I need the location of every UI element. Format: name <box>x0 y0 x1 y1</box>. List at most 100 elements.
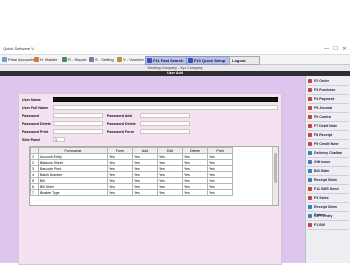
password-add-input[interactable] <box>140 113 190 118</box>
receipt-icon <box>308 133 312 137</box>
title-bar: Quick Software V — ☐ ✕ <box>0 45 350 55</box>
side-panel-input[interactable]: 1 <box>53 137 65 142</box>
maximize-button[interactable]: ☐ <box>331 45 340 53</box>
sidebar-item-journal[interactable]: F5 Journal <box>307 104 349 113</box>
voucher-icon <box>117 57 122 62</box>
sidebar-item-label: F8 Receipt <box>314 133 333 137</box>
cell-form[interactable]: Yes <box>107 189 133 196</box>
sidebar-item-label: F4 Payment <box>314 97 335 101</box>
contra-icon <box>308 115 312 119</box>
gift-icon <box>308 160 312 164</box>
password-delete-label: Password Delete <box>22 122 51 126</box>
sidebar-item-label: F5 Journal <box>314 106 333 110</box>
sidebar-item-label: F2 Order <box>314 79 329 83</box>
credit-note-icon <box>308 142 312 146</box>
menu-label: R - Report <box>68 57 87 62</box>
gift-icon <box>308 214 312 218</box>
row-index: 7 <box>30 189 39 196</box>
sidebar-item-label: F11 SMS Send <box>314 187 339 191</box>
sidebar-item-debit-note[interactable]: F7 Debit Note <box>307 122 349 131</box>
sidebar-item-bill[interactable]: F1 Bill <box>307 221 349 230</box>
bill-icon <box>308 169 312 173</box>
accounts-icon <box>2 57 7 62</box>
password-delete-input[interactable] <box>53 121 103 126</box>
password-label: Password <box>22 114 39 118</box>
sidebar-item-order[interactable]: F2 Order <box>307 77 349 86</box>
permissions-grid: Formname Form Add Edit Delete Print 1 Acc… <box>30 147 233 196</box>
sidebar-item-gift-entry[interactable]: GIFT Entry <box>307 212 349 221</box>
sidebar-item-label: F3 Sales <box>314 196 329 200</box>
menu-label: F10 Quick Setup <box>194 58 226 63</box>
master-icon <box>34 57 39 62</box>
sidebar-item-delivery-challan[interactable]: Delivery Challan <box>307 149 349 158</box>
menu-label: F11 Fast Search <box>153 58 184 63</box>
sidebar-item-contra[interactable]: F6 Contra <box>307 113 349 122</box>
logout-button[interactable]: Logout <box>229 56 260 65</box>
menu-label: Logout <box>232 58 246 63</box>
main-area: User Name User Full Name Password Passwo… <box>0 76 305 265</box>
user-name-input[interactable] <box>53 97 278 102</box>
side-panel-label: Side Panel <box>22 138 41 142</box>
sms-icon <box>308 187 312 191</box>
sidebar-item-label: GIFT Entry <box>314 214 333 218</box>
fast-search-button[interactable]: F11 Fast Search <box>145 56 191 65</box>
sidebar-item-sms-send[interactable]: F11 SMS Send <box>307 185 349 194</box>
scrollbar-thumb[interactable] <box>274 153 277 183</box>
minimize-button[interactable]: — <box>322 45 331 53</box>
sidebar-item-label: F6 Contra <box>314 115 331 119</box>
journal-icon <box>308 106 312 110</box>
sidebar-item-label: Gift Issue <box>314 160 331 164</box>
sidebar-item-bill-sldm[interactable]: Bill Sldm <box>307 167 349 176</box>
user-form: User Name User Full Name Password Passwo… <box>18 93 282 265</box>
payment-icon <box>308 97 312 101</box>
cell-formname[interactable]: Bhabte Type <box>38 189 108 196</box>
cell-delete[interactable]: Yes <box>182 189 208 196</box>
sidebar-item-purchase[interactable]: F3 Purchase <box>307 86 349 95</box>
sidebar-item-label: F9 Credit Note <box>314 142 339 146</box>
return-icon <box>308 205 312 209</box>
receipt-icon <box>308 178 312 182</box>
user-name-label: User Name <box>22 98 41 102</box>
menu-label: S - Setting <box>95 57 114 62</box>
sidebar-item-label: F7 Debit Note <box>314 124 338 128</box>
password-input[interactable] <box>53 113 103 118</box>
sidebar-item-label: Delivery Challan <box>314 151 342 155</box>
quick-setup-button[interactable]: F10 Quick Setup <box>186 56 234 65</box>
sidebar-item-label: Receipt Sldm <box>314 178 337 182</box>
menu-label: H. Master <box>40 57 58 62</box>
sidebar-item-sales[interactable]: F3 Sales <box>307 194 349 203</box>
sidebar-item-label: F3 Purchase <box>314 88 336 92</box>
delivery-icon <box>308 151 312 155</box>
sidebar-item-payment[interactable]: F4 Payment <box>307 95 349 104</box>
sidebar-item-label: F1 Bill <box>314 223 325 227</box>
order-icon <box>308 79 312 83</box>
user-full-name-label: User Full Name <box>22 106 49 110</box>
table-scrollbar[interactable] <box>272 147 278 205</box>
sidebar-item-receipt-sldm-return[interactable]: Receipt Sldm Return <box>307 203 349 217</box>
sidebar-item-receipt[interactable]: F8 Receipt <box>307 131 349 140</box>
password-print-label: Password Print <box>22 130 49 134</box>
cell-edit[interactable]: Yes <box>157 189 183 196</box>
report-icon <box>62 57 67 62</box>
close-button[interactable]: ✕ <box>340 45 349 53</box>
debit-note-icon <box>308 124 312 128</box>
table-row[interactable]: 7 Bhabte Type Yes Yes Yes Yes Yes <box>30 189 233 196</box>
password-add-label: Password Add <box>107 114 132 118</box>
cell-print[interactable]: Yes <box>207 189 233 196</box>
shortcut-sidebar: F2 Order F3 Purchase F4 Payment F5 Journ… <box>305 76 350 263</box>
menu-bar: Prise Accounts H. Master R - Report S - … <box>0 55 350 65</box>
sidebar-item-receipt-sldm[interactable]: Receipt Sldm <box>307 176 349 185</box>
cell-add[interactable]: Yes <box>132 189 158 196</box>
setting-icon <box>89 57 94 62</box>
password-delete-input-2[interactable] <box>140 121 190 126</box>
sidebar-item-credit-note[interactable]: F9 Credit Note <box>307 140 349 149</box>
menu-label: V - Voucher <box>123 57 144 62</box>
user-full-name-input[interactable] <box>53 105 278 110</box>
password-form-label: Password Form <box>107 130 134 134</box>
sales-icon <box>308 196 312 200</box>
permissions-table: Formname Form Add Edit Delete Print 1 Acc… <box>29 146 279 206</box>
sidebar-item-gift-issue[interactable]: Gift Issue <box>307 158 349 167</box>
password-print-input[interactable] <box>53 129 103 134</box>
password-delete-label-2: Password Delete <box>107 122 136 126</box>
password-form-input[interactable] <box>140 129 190 134</box>
